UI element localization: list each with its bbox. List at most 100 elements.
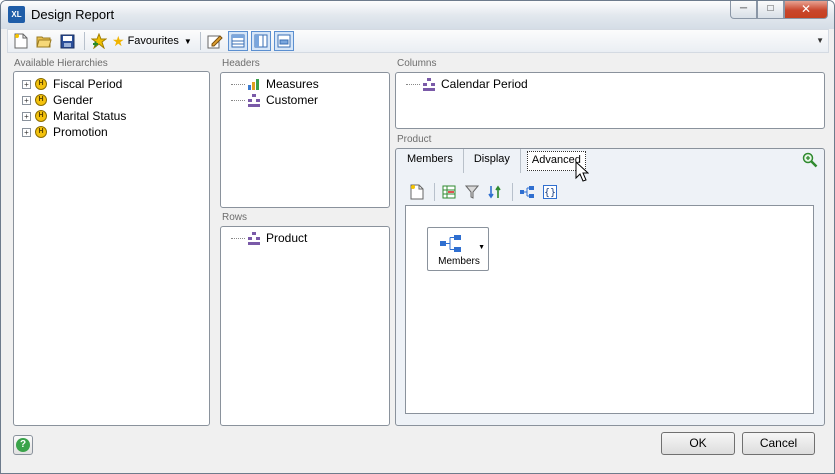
expand-icon[interactable]: +: [22, 79, 31, 89]
header-item-customer[interactable]: Customer: [231, 92, 318, 108]
toolbar-separator: [84, 32, 85, 50]
ok-button[interactable]: OK: [661, 432, 735, 455]
edit-button[interactable]: [205, 31, 225, 51]
sort-button[interactable]: [485, 182, 505, 202]
new-document-icon: [410, 184, 424, 200]
main-toolbar: ★ Favourites ▼ ▼: [7, 29, 829, 53]
svg-text:{}: {}: [544, 188, 556, 199]
tree-line: [231, 83, 245, 85]
advanced-toolbar: {}: [405, 181, 813, 203]
toolbar-separator: [434, 183, 435, 201]
save-icon: [60, 34, 74, 48]
toolbar-overflow-icon[interactable]: ▼: [816, 36, 824, 45]
layout-columns-button[interactable]: [250, 31, 271, 51]
chevron-down-icon: ▼: [183, 36, 192, 46]
dimension-icon: [247, 93, 261, 107]
expand-icon[interactable]: +: [22, 111, 31, 121]
hierarchy-tree-icon: [440, 235, 462, 256]
rows-caption: Rows: [222, 212, 248, 223]
favourites-label: Favourites: [127, 35, 179, 47]
chevron-down-icon[interactable]: ▼: [478, 244, 485, 251]
product-tabs: Members Display Advanced: [397, 149, 592, 173]
tree-line: [231, 237, 245, 239]
available-hierarchies-panel: + H Fiscal Period + H Gender + H Marital…: [13, 71, 210, 426]
app-icon: XL: [8, 6, 25, 23]
tree-item-promotion[interactable]: + H Promotion: [22, 124, 108, 140]
tree-line: [231, 99, 245, 101]
column-item-calendar-period[interactable]: Calendar Period: [406, 76, 528, 92]
columns-caption: Columns: [397, 58, 437, 69]
grid-rows-icon: [231, 34, 245, 48]
column-item-label: Calendar Period: [441, 77, 528, 91]
title-bar: XL Design Report ─ □ ✕: [1, 1, 834, 29]
new-item-button[interactable]: [407, 182, 427, 202]
expression-button[interactable]: {}: [540, 182, 560, 202]
hierarchy-members-button[interactable]: [517, 182, 537, 202]
braces-icon: {}: [543, 185, 557, 199]
open-report-button[interactable]: [34, 31, 54, 51]
header-item-label: Measures: [266, 77, 319, 91]
tree-item-fiscal-period[interactable]: + H Fiscal Period: [22, 76, 122, 92]
dimension-icon: [422, 77, 436, 91]
tab-display[interactable]: Display: [464, 149, 521, 173]
add-favourite-icon: [91, 33, 107, 49]
select-members-button[interactable]: [439, 182, 459, 202]
measures-icon: [247, 77, 261, 91]
row-item-product[interactable]: Product: [231, 230, 307, 246]
table-select-icon: [442, 185, 456, 199]
edit-icon: [207, 35, 223, 49]
favourites-star-icon: ★: [112, 32, 125, 49]
window-controls: ─ □ ✕: [730, 1, 828, 19]
minimize-button[interactable]: ─: [730, 1, 757, 19]
sort-icon: [488, 185, 501, 199]
row-item-label: Product: [266, 231, 308, 245]
help-icon: ?: [16, 438, 30, 452]
filter-icon: [465, 185, 479, 199]
dimension-icon: [247, 231, 261, 245]
toolbar-separator: [512, 183, 513, 201]
hierarchy-icon: H: [34, 93, 48, 107]
open-folder-icon: [36, 36, 52, 48]
tab-members[interactable]: Members: [397, 149, 464, 173]
tree-item-label: Promotion: [53, 125, 108, 139]
expand-icon[interactable]: +: [22, 127, 31, 137]
tree-item-marital-status[interactable]: + H Marital Status: [22, 108, 126, 124]
hierarchy-icon: H: [34, 77, 48, 91]
layout-rows-button[interactable]: [227, 31, 248, 51]
header-item-label: Customer: [266, 93, 319, 107]
headers-panel: Measures Customer: [220, 72, 390, 208]
tree-item-gender[interactable]: + H Gender: [22, 92, 93, 108]
rows-panel: Product: [220, 226, 390, 426]
tree-item-label: Fiscal Period: [53, 77, 123, 91]
design-report-window: XL Design Report ─ □ ✕ ★ Favourites ▼ ▼ …: [0, 0, 835, 474]
add-favourite-button[interactable]: [89, 31, 109, 51]
members-tile-label: Members: [438, 256, 480, 267]
product-caption: Product: [397, 134, 432, 145]
zoom-icon[interactable]: [802, 152, 818, 171]
help-button[interactable]: ?: [13, 435, 33, 455]
available-hierarchies-caption: Available Hierarchies: [14, 58, 108, 69]
filter-button[interactable]: [462, 182, 482, 202]
columns-panel: Calendar Period: [395, 72, 825, 129]
hierarchy-icon: H: [34, 125, 48, 139]
new-report-button[interactable]: [11, 31, 31, 51]
members-tile-button[interactable]: ▼ Members: [427, 227, 489, 271]
headers-caption: Headers: [222, 58, 260, 69]
expand-icon[interactable]: +: [22, 95, 31, 105]
new-document-icon: [14, 33, 28, 49]
header-item-measures[interactable]: Measures: [231, 76, 319, 92]
save-button[interactable]: [57, 31, 77, 51]
tree-item-label: Marital Status: [53, 109, 127, 123]
close-button[interactable]: ✕: [784, 1, 828, 19]
window-title: Design Report: [31, 7, 115, 22]
tree-item-label: Gender: [53, 93, 94, 107]
grid-columns-icon: [254, 34, 268, 48]
hierarchy-tree-icon: [520, 186, 534, 198]
cancel-button[interactable]: Cancel: [742, 432, 815, 455]
favourites-dropdown[interactable]: ★ Favourites ▼: [112, 33, 192, 50]
layout-options-button[interactable]: [273, 31, 294, 51]
toolbar-separator: [199, 32, 201, 50]
tree-line: [406, 83, 420, 85]
maximize-button[interactable]: □: [757, 1, 784, 19]
panel-options-icon: [277, 34, 291, 48]
